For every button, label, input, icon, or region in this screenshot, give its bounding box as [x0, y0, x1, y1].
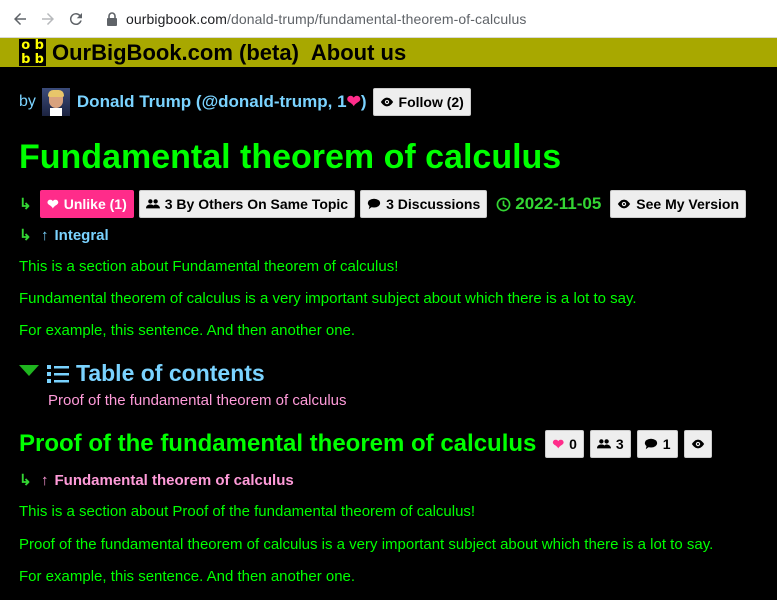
page-title: Fundamental theorem of calculus [19, 138, 562, 176]
users-icon [145, 199, 160, 209]
unlike-button[interactable]: ❤ Unlike (1) [40, 190, 134, 218]
article-actions: ↳ ❤ Unlike (1) 3 By Others On Same Topic… [19, 190, 747, 218]
author-name-close: ) [360, 92, 367, 111]
others-button[interactable]: 3 [589, 430, 631, 458]
browser-toolbar: ourbigbook.com/donald-trump/fundamental-… [0, 0, 777, 38]
url-host: ourbigbook.com [126, 10, 228, 27]
like-button[interactable]: ❤ 0 [545, 430, 584, 458]
toc-collapse-icon[interactable] [19, 365, 39, 376]
link-arrow-icon[interactable]: ↳ [19, 195, 35, 213]
eye-icon [380, 97, 393, 107]
reload-button[interactable] [62, 5, 90, 33]
discussions-label: 3 Discussions [386, 196, 481, 212]
lock-icon [107, 11, 117, 26]
others-label: 3 By Others On Same Topic [164, 196, 349, 212]
comment-icon [644, 438, 657, 450]
arrow-left-icon [14, 12, 26, 25]
link-arrow-icon[interactable]: ↳ [19, 226, 35, 244]
author-link[interactable]: Donald Trump (@donald-trump, 1❤) [77, 92, 367, 112]
eye-icon [691, 439, 704, 449]
heart-icon: ❤ [346, 92, 361, 111]
discussions-button[interactable]: 1 [636, 430, 678, 458]
others-same-topic-button[interactable]: 3 By Others On Same Topic [138, 190, 356, 218]
paragraph: This is a section about Proof of the fun… [19, 503, 476, 520]
toc-title: Table of contents [76, 360, 265, 386]
unlike-label: Unlike (1) [63, 196, 127, 212]
clock-icon [496, 197, 511, 211]
parent-link-row: ↳ ↑ Integral [19, 226, 109, 245]
site-header: obbb OurBigBook.com (beta) About us [0, 38, 777, 67]
paragraph: For example, this sentence. And then ano… [19, 322, 356, 339]
reload-icon [69, 12, 82, 25]
like-count: 0 [569, 436, 577, 452]
url-path: /donald-trump/fundamental-theorem-of-cal… [227, 10, 527, 27]
follow-label: Follow (2) [398, 94, 464, 110]
arrow-right-icon [42, 12, 54, 25]
discussions-count: 1 [662, 436, 671, 452]
subsection-header: Proof of the fundamental theorem of calc… [19, 430, 712, 458]
subsection-parent-row: ↳ ↑ Fundamental theorem of calculus [19, 471, 294, 490]
toc-header[interactable]: Table of contents [19, 360, 265, 387]
see-my-version-button[interactable]: See My Version [610, 190, 747, 218]
paragraph: Proof of the fundamental theorem of calc… [19, 536, 714, 553]
discussions-button[interactable]: 3 Discussions [360, 190, 488, 218]
subsection-title[interactable]: Proof of the fundamental theorem of calc… [19, 430, 536, 458]
site-title-link[interactable]: OurBigBook.com (beta) [52, 40, 299, 66]
paragraph: Fundamental theorem of calculus is a ver… [19, 290, 637, 307]
comment-icon [367, 198, 381, 210]
parent-link[interactable]: Integral [55, 227, 109, 244]
author-byline: by Donald Trump (@donald-trump, 1❤) Foll… [19, 88, 471, 116]
address-bar[interactable]: ourbigbook.com/donald-trump/fundamental-… [126, 11, 526, 27]
ourbigbook-logo[interactable]: obbb [19, 39, 46, 66]
toc-item[interactable]: Proof of the fundamental theorem of calc… [48, 392, 347, 409]
list-icon [47, 364, 69, 383]
date-link[interactable]: 2022-11-05 [496, 194, 601, 214]
users-icon [596, 439, 611, 449]
follow-button[interactable]: Follow (2) [372, 88, 471, 116]
see-my-version-label: See My Version [636, 196, 740, 212]
date-text: 2022-11-05 [515, 194, 602, 213]
eye-icon [618, 199, 631, 209]
heart-icon: ❤ [552, 435, 565, 452]
view-button[interactable] [683, 430, 712, 458]
back-button[interactable] [6, 5, 34, 33]
about-us-link[interactable]: About us [311, 40, 406, 66]
heart-icon: ❤ [47, 195, 59, 212]
others-count: 3 [615, 436, 624, 452]
author-name: Donald Trump (@donald-trump, 1 [76, 92, 347, 111]
arrow-up-icon: ↑ [41, 471, 49, 489]
link-arrow-icon[interactable]: ↳ [19, 471, 35, 489]
subsection-parent-link[interactable]: Fundamental theorem of calculus [55, 472, 294, 489]
avatar[interactable] [41, 88, 70, 116]
arrow-up-icon: ↑ [41, 226, 49, 244]
paragraph: For example, this sentence. And then ano… [19, 568, 356, 585]
forward-button[interactable] [34, 5, 62, 33]
paragraph: This is a section about Fundamental theo… [19, 258, 399, 275]
by-label: by [19, 93, 36, 110]
